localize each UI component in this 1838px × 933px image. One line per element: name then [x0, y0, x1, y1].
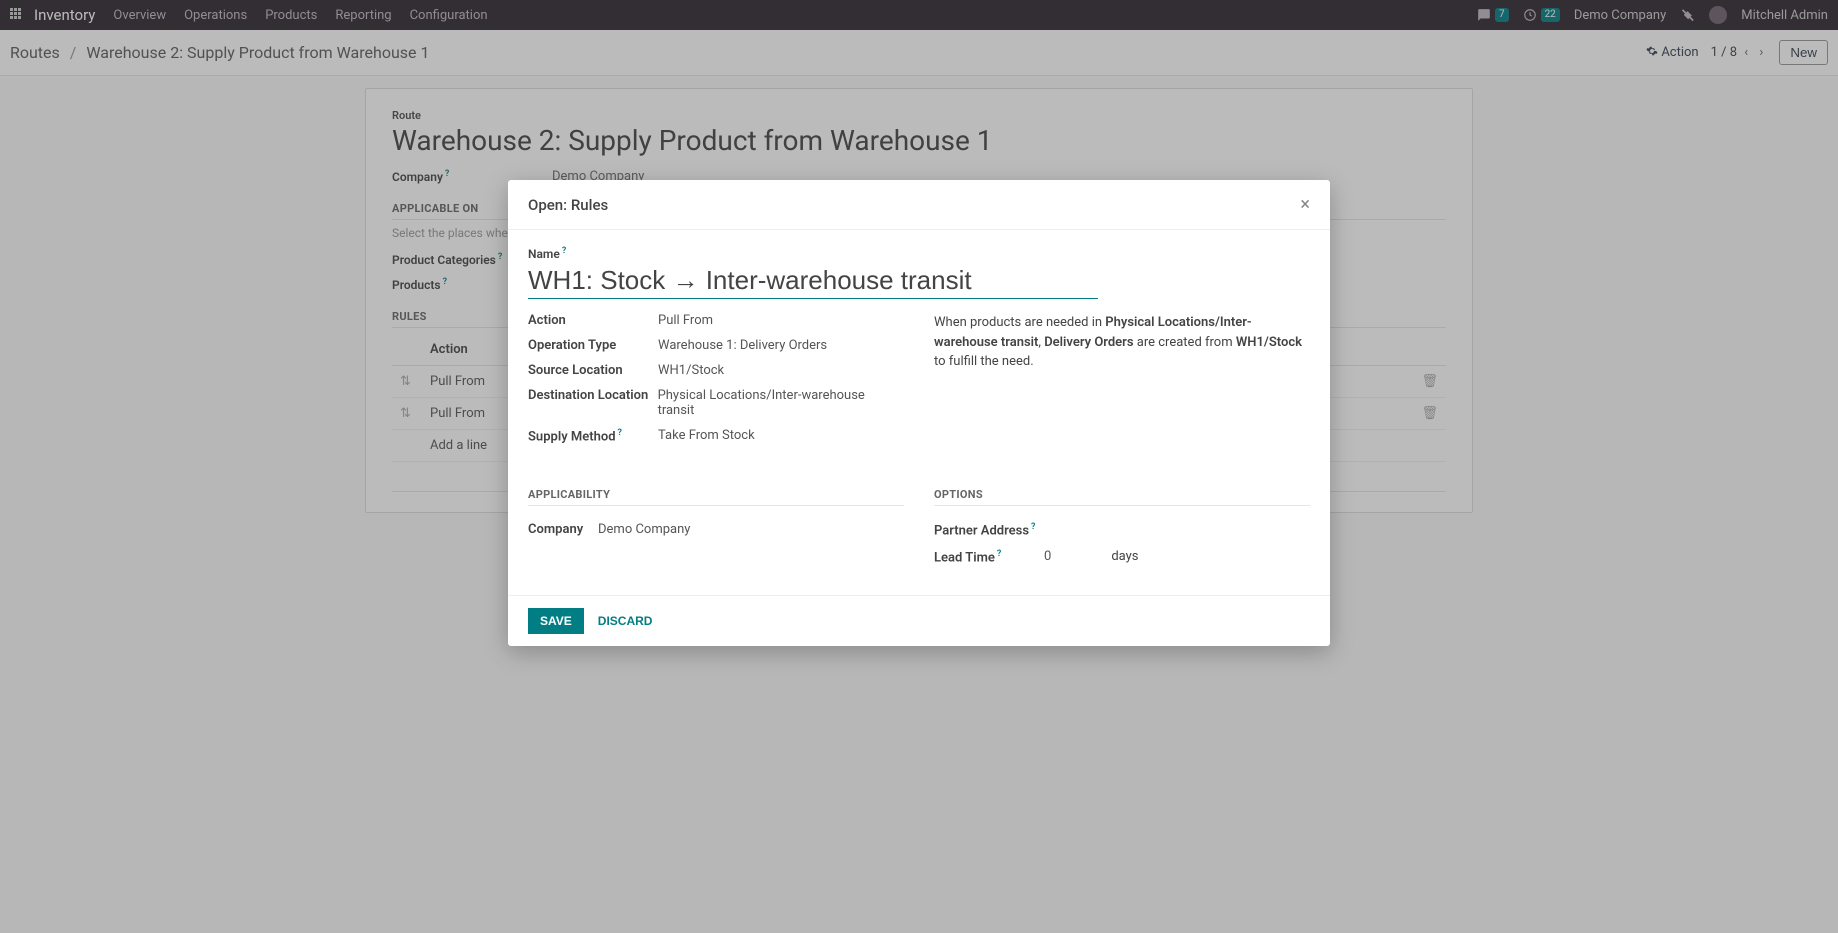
leadtime-unit: days [1111, 549, 1138, 565]
modal-company-label: Company [528, 522, 598, 537]
help-icon[interactable]: ? [1031, 522, 1035, 532]
options-title: OPTIONS [934, 488, 1310, 506]
help-icon[interactable]: ? [997, 549, 1001, 559]
modal: Open: Rules × Name? Action Pull From Ope… [508, 180, 1330, 646]
modal-overlay: Open: Rules × Name? Action Pull From Ope… [0, 0, 1838, 933]
destloc-value[interactable]: Physical Locations/Inter-warehouse trans… [658, 388, 904, 418]
destloc-label: Destination Location [528, 388, 658, 418]
discard-button[interactable]: DISCARD [598, 614, 653, 628]
action-label: Action [528, 313, 658, 328]
leadtime-value[interactable]: 0 [1044, 549, 1051, 565]
action-value[interactable]: Pull From [658, 313, 713, 328]
rule-explain: When products are needed in Physical Loc… [934, 313, 1310, 372]
name-label: Name? [528, 246, 1310, 261]
partner-label: Partner Address? [934, 522, 1044, 538]
help-icon[interactable]: ? [562, 246, 566, 256]
optype-value[interactable]: Warehouse 1: Delivery Orders [658, 338, 827, 353]
close-icon[interactable]: × [1300, 194, 1310, 215]
modal-company-value[interactable]: Demo Company [598, 522, 690, 537]
supply-value[interactable]: Take From Stock [658, 428, 755, 444]
leadtime-label: Lead Time? [934, 549, 1044, 565]
applicability-title: APPLICABILITY [528, 488, 904, 506]
modal-title: Open: Rules [528, 196, 608, 214]
help-icon[interactable]: ? [618, 428, 622, 438]
srcloc-value[interactable]: WH1/Stock [658, 363, 724, 378]
srcloc-label: Source Location [528, 363, 658, 378]
optype-label: Operation Type [528, 338, 658, 353]
save-button[interactable]: SAVE [528, 608, 584, 634]
supply-label: Supply Method? [528, 428, 658, 444]
name-input[interactable] [528, 265, 1098, 299]
